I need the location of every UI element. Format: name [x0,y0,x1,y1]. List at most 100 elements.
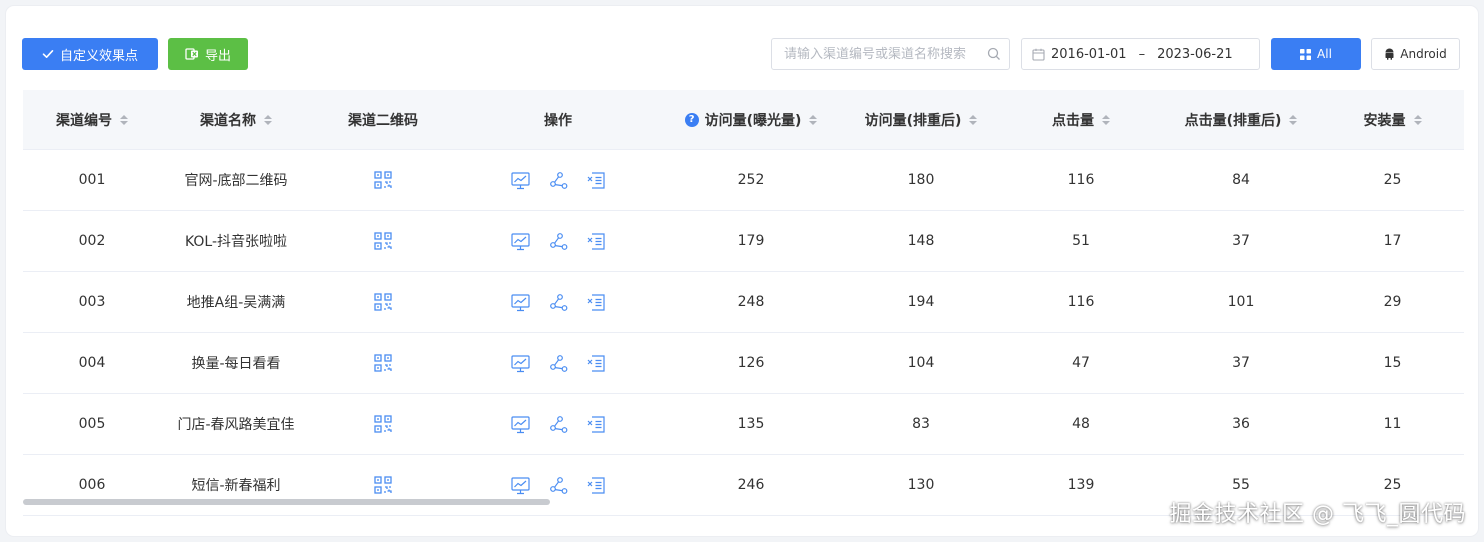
detail-list-icon[interactable] [586,170,607,191]
qrcode-icon[interactable] [373,292,393,312]
search-icon[interactable] [987,47,1001,61]
date-start[interactable]: 2016-01-01 [1051,47,1127,62]
cell-actions [455,231,661,252]
cell-clicks: 51 [1072,233,1090,249]
header-installs[interactable]: 安装量 [1321,110,1464,130]
cell-qr-code [311,231,455,251]
share-icon[interactable] [548,292,569,313]
header-channel-id[interactable]: 渠道编号 [23,110,161,130]
check-icon [42,48,54,60]
cell-clicks: 48 [1072,416,1090,432]
cell-channel-name: 官网-底部二维码 [184,173,288,189]
detail-list-icon[interactable] [586,414,607,435]
header-visits[interactable]: ? 访问量(曝光量) [661,110,841,130]
cell-visits: 252 [737,172,765,188]
qrcode-icon[interactable] [373,170,393,190]
cell-channel-id: 002 [78,233,106,249]
share-icon[interactable] [548,170,569,191]
cell-qr-code [311,170,455,190]
date-range-picker[interactable]: 2016-01-01 – 2023-06-21 [1021,38,1260,70]
header-clicks[interactable]: 点击量 [1001,110,1161,130]
cell-clicks: 116 [1067,172,1095,188]
sort-icon[interactable] [264,114,272,125]
custom-effect-point-button[interactable]: 自定义效果点 [22,38,158,70]
cell-channel-id: 005 [78,416,106,432]
header-visits-label: 访问量(曝光量) [704,112,802,129]
cell-installs: 25 [1383,172,1402,188]
cell-channel-id: 006 [78,477,106,493]
platform-all-label: All [1317,47,1332,61]
horizontal-scrollbar[interactable] [23,499,550,505]
cell-visits: 126 [737,355,765,371]
cell-visits: 248 [737,294,765,310]
custom-effect-point-label: 自定义效果点 [59,48,138,64]
header-installs-label: 安装量 [1363,112,1406,129]
question-icon[interactable]: ? [684,112,699,127]
cell-actions [455,292,661,313]
detail-list-icon[interactable] [586,292,607,313]
header-clicks-dedup[interactable]: 点击量(排重后) [1161,110,1321,130]
cell-clicks-dedup: 101 [1227,294,1255,310]
detail-list-icon[interactable] [586,353,607,374]
detail-list-icon[interactable] [586,475,607,496]
cell-installs: 29 [1383,294,1402,310]
cell-clicks-dedup: 84 [1232,172,1250,188]
chart-icon[interactable] [510,170,531,191]
qrcode-icon[interactable] [373,231,393,251]
platform-android-button[interactable]: Android [1371,38,1460,70]
table-body: 001 官网-底部二维码 252 180 116 84 25 002 KOL-抖… [23,150,1464,516]
cell-channel-name: 地推A组-吴满满 [186,295,286,311]
search-input[interactable] [782,45,987,63]
table-row: 003 地推A组-吴满满 248 194 116 101 29 [23,272,1464,333]
sort-icon[interactable] [1102,114,1110,125]
cell-actions [455,414,661,435]
share-icon[interactable] [548,231,569,252]
header-channel-id-label: 渠道编号 [56,112,112,129]
cell-channel-name: 换量-每日看看 [191,356,281,372]
cell-actions [455,475,661,496]
cell-channel-name: KOL-抖音张啦啦 [184,234,288,250]
share-icon[interactable] [548,353,569,374]
chart-icon[interactable] [510,414,531,435]
cell-channel-name: 短信-新春福利 [191,478,281,494]
cell-installs: 15 [1383,355,1402,371]
share-icon[interactable] [548,414,569,435]
header-qr-code: 渠道二维码 [311,110,455,130]
qrcode-icon[interactable] [373,353,393,373]
sort-icon[interactable] [1413,114,1422,125]
cell-visits-dedup: 194 [907,294,935,310]
header-visits-dedup[interactable]: 访问量(排重后) [841,110,1001,130]
header-channel-name-label: 渠道名称 [200,112,256,129]
sort-icon[interactable] [1289,114,1298,125]
android-icon [1384,48,1395,60]
detail-list-icon[interactable] [586,231,607,252]
sort-icon[interactable] [809,114,818,125]
header-channel-name[interactable]: 渠道名称 [161,110,311,130]
watermark: 掘金技术社区 @ 飞飞_圆代码 [1169,502,1466,527]
cell-channel-id: 003 [78,294,106,310]
platform-all-button[interactable]: All [1271,38,1361,70]
sort-icon[interactable] [969,114,978,125]
sort-icon[interactable] [120,114,128,125]
cell-visits-dedup: 83 [912,416,930,432]
share-icon[interactable] [548,475,569,496]
header-actions: 操作 [455,110,661,130]
chart-icon[interactable] [510,231,531,252]
cell-installs: 11 [1383,416,1402,432]
cell-actions [455,353,661,374]
cell-installs: 25 [1383,477,1402,493]
cell-installs: 17 [1383,233,1402,249]
cell-visits: 246 [737,477,765,493]
table-row: 002 KOL-抖音张啦啦 179 148 51 37 17 [23,211,1464,272]
date-end[interactable]: 2023-06-21 [1157,47,1233,62]
chart-icon[interactable] [510,475,531,496]
qrcode-icon[interactable] [373,414,393,434]
qrcode-icon[interactable] [373,475,393,495]
chart-icon[interactable] [510,292,531,313]
cell-qr-code [311,414,455,434]
search-field [771,38,1010,70]
export-button[interactable]: 导出 [168,38,248,70]
calendar-icon [1032,48,1045,61]
chart-icon[interactable] [510,353,531,374]
table-row: 004 换量-每日看看 126 104 47 37 15 [23,333,1464,394]
